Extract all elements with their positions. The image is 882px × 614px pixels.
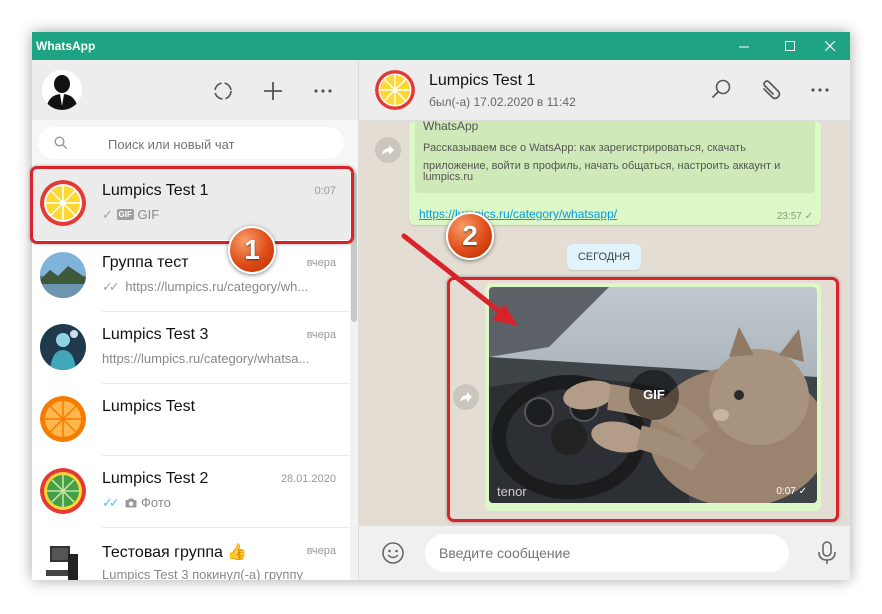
pointer-arrow bbox=[401, 233, 518, 326]
step-badge-2: 2 bbox=[446, 212, 494, 260]
step-badge-1: 1 bbox=[228, 226, 276, 274]
